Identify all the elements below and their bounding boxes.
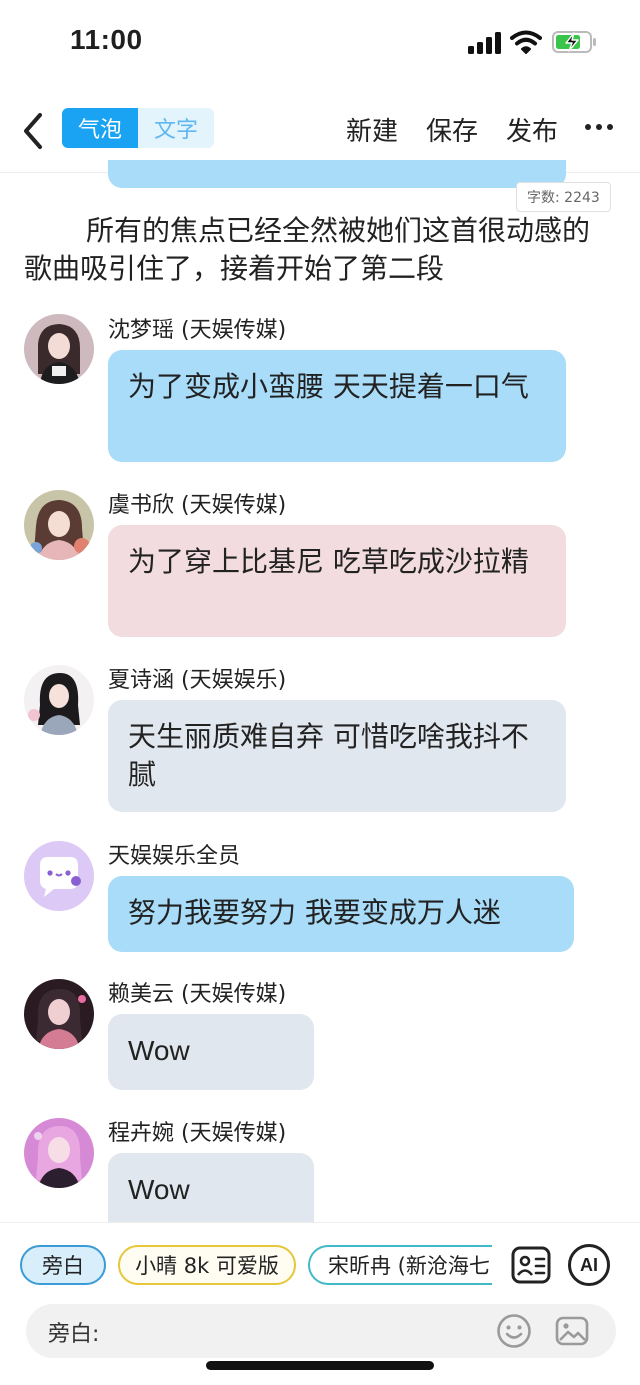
chevron-left-icon[interactable] [18,111,48,151]
avatar [24,490,94,560]
home-indicator [206,1361,434,1370]
previous-bubble-fragment [108,160,566,188]
publish-button[interactable]: 发布 [506,111,558,148]
input-role-label: 旁白: [48,1322,100,1347]
character-chip[interactable]: 宋昕冉 (新沧海七 [308,1245,492,1285]
save-button[interactable]: 保存 [426,111,478,148]
tab-bubble[interactable]: 气泡 [62,108,138,148]
speaker-name: 虞书欣 (天娱传媒) [108,493,287,518]
dialogue-bubble[interactable]: Wow [108,1014,314,1090]
dialogue-input[interactable]: 旁白: [26,1304,616,1358]
tab-text[interactable]: 文字 [138,108,214,148]
mode-switch: 气泡 文字 [62,108,214,148]
dialogue-bubble[interactable]: Wow [108,1153,314,1223]
avatar [24,1118,94,1188]
avatar [24,979,94,1049]
avatar [24,665,94,735]
narration-paragraph[interactable]: 所有的焦点已经全然被她们这首很动感的歌曲吸引住了，接着开始了第二段 [24,212,614,288]
new-button[interactable]: 新建 [346,111,398,148]
signal-icon [468,32,501,54]
wifi-icon [510,30,542,54]
battery-charging-icon [552,31,596,53]
speaker-name: 沈梦瑶 (天娱传媒) [108,318,287,343]
image-icon[interactable] [554,1313,590,1349]
speaker-name: 赖美云 (天娱传媒) [108,982,287,1007]
speaker-name: 程卉婉 (天娱传媒) [108,1121,287,1146]
dialogue-bubble[interactable]: 天生丽质难自弃 可惜吃啥我抖不腻 [108,700,566,812]
speaker-name: 夏诗涵 (天娱娱乐) [108,668,287,693]
character-chip[interactable]: 小晴 8k 可爱版 [118,1245,296,1285]
dialogue-bubble[interactable]: 努力我要努力 我要变成万人迷 [108,876,574,952]
ai-icon[interactable]: AI [568,1244,610,1286]
character-chip-narrator[interactable]: 旁白 [20,1245,106,1285]
ellipsis-icon[interactable] [584,117,614,137]
smiley-icon[interactable] [496,1313,532,1349]
word-count-badge: 字数: 2243 [516,182,611,212]
speaker-name: 天娱娱乐全员 [108,844,241,869]
contact-card-icon[interactable] [510,1244,552,1286]
dialogue-bubble[interactable]: 为了穿上比基尼 吃草吃成沙拉精 [108,525,566,637]
status-time: 11:00 [70,24,143,55]
avatar [24,841,94,911]
status-bar: 11:00 [0,0,640,90]
editor-toolbar: 气泡 文字 新建 保存 发布 [0,95,640,170]
dialogue-bubble[interactable]: 为了变成小蛮腰 天天提着一口气 [108,350,566,462]
avatar [24,314,94,384]
